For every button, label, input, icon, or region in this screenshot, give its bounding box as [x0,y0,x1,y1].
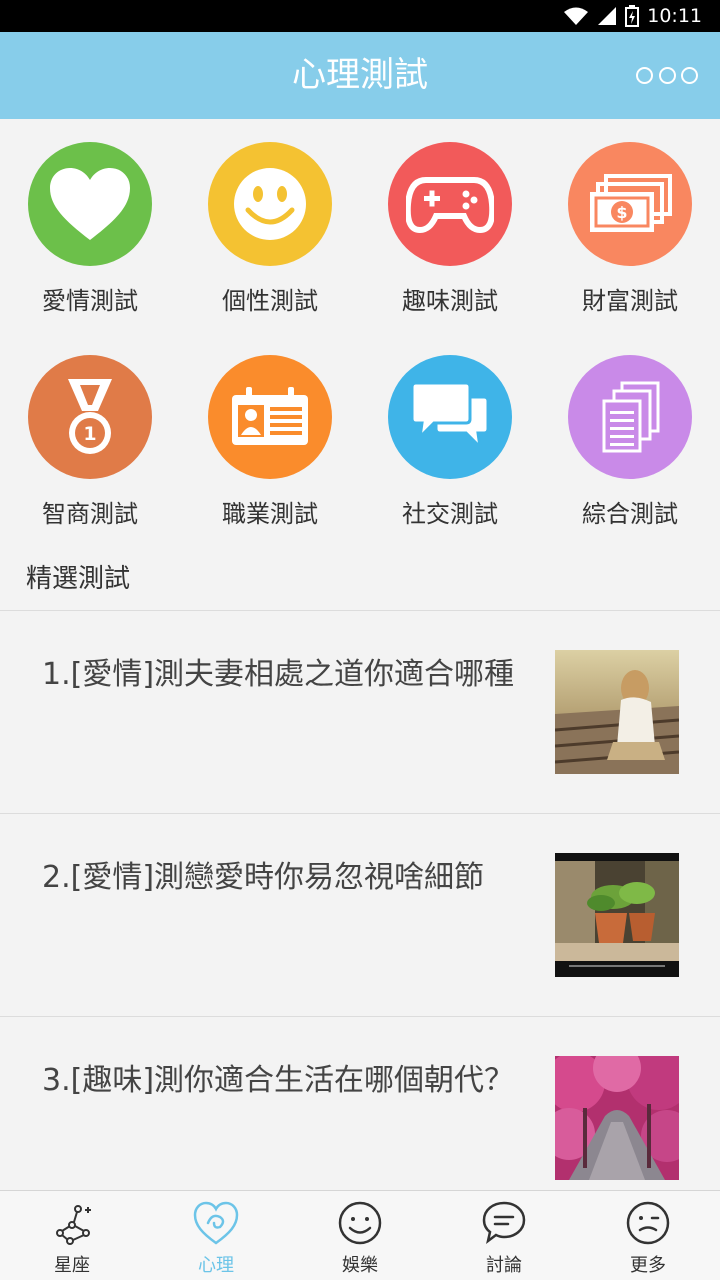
list-item[interactable]: 2.[愛情]測戀愛時你易忽視啥細節 [0,814,720,1017]
more-dot [636,66,653,84]
category-label: 社交測試 [402,500,498,528]
medal-icon: 1 [68,379,112,454]
more-dot [658,66,676,84]
bottom-nav: 星座 心理 娛樂 討論 更多 [0,1190,720,1280]
more-dots-icon[interactable] [636,60,698,90]
list-item[interactable]: 1.[愛情]測夫妻相處之道你適合哪種 [0,611,720,814]
status-icons: 10:11 [563,4,702,28]
chat-bubble-icon [482,1201,526,1245]
photo-pink-tree-road [555,1056,679,1180]
category-fun[interactable]: 趣味測試 [360,119,540,315]
nav-label: 更多 [630,1255,666,1276]
more-dot [681,66,698,84]
category-iq-circle: 1 [28,355,152,479]
nav-label: 娛樂 [342,1255,378,1276]
app-bar: 心理測試 [0,32,720,119]
page-title: 心理測試 [292,55,428,95]
category-fun-circle [388,142,512,266]
gamepad-icon [406,177,494,234]
wink-face-icon [626,1201,670,1245]
wifi-icon [564,7,589,25]
nav-item-entertainment[interactable]: 娛樂 [288,1191,432,1280]
category-general[interactable]: 綜合測試 [540,332,720,528]
medal-number: 1 [83,423,96,445]
category-love-circle [28,142,152,266]
category-personality[interactable]: 個性測試 [180,119,360,315]
chat-icon [410,381,490,452]
category-social-circle [388,355,512,479]
list-item-title: 2.[愛情]測戀愛時你易忽視啥細節 [42,860,485,895]
nav-item-psychology[interactable]: 心理 [144,1191,288,1280]
list-item-title: 3.[趣味]測你適合生活在哪個朝代？ [42,1063,515,1098]
section-title: 精選測試 [26,564,131,594]
category-career-circle [208,355,332,479]
heart-icon [50,168,130,240]
category-label: 趣味測試 [402,287,498,315]
id-card-icon [232,387,308,445]
smile-face-icon [338,1201,382,1245]
category-label: 愛情測試 [42,287,138,315]
nav-item-constellation[interactable]: 星座 [0,1191,144,1280]
category-label: 智商測試 [42,500,138,528]
photo-potted-plants [555,853,679,977]
nav-label: 討論 [486,1255,522,1276]
battery-icon [625,5,640,27]
constellation-icon [56,1205,91,1245]
photo-girl-on-railway [555,650,679,774]
documents-icon [602,381,660,453]
category-label: 綜合測試 [582,500,678,528]
category-label: 職業測試 [222,500,318,528]
category-career[interactable]: 職業測試 [180,332,360,528]
category-general-circle [568,355,692,479]
status-time: 10:11 [647,5,702,27]
nav-item-discussion[interactable]: 討論 [432,1191,576,1280]
psychology-heart-icon [193,1201,239,1245]
signal-icon [598,7,617,25]
category-love[interactable]: 愛情測試 [0,119,180,315]
category-wealth[interactable]: $ 財富測試 [540,119,720,315]
nav-label: 星座 [54,1255,90,1276]
svg-text:$: $ [616,203,627,222]
money-icon: $ [590,174,672,232]
nav-item-more[interactable]: 更多 [576,1191,720,1280]
category-iq[interactable]: 1 智商測試 [0,332,180,528]
smiley-icon [234,168,306,240]
list-item-title: 1.[愛情]測夫妻相處之道你適合哪種 [42,657,515,692]
category-wealth-circle: $ [568,142,692,266]
category-label: 財富測試 [582,287,678,315]
category-label: 個性測試 [222,287,318,315]
nav-label: 心理 [198,1255,234,1276]
status-bar: 10:11 [0,0,720,32]
category-social[interactable]: 社交測試 [360,332,540,528]
category-personality-circle [208,142,332,266]
